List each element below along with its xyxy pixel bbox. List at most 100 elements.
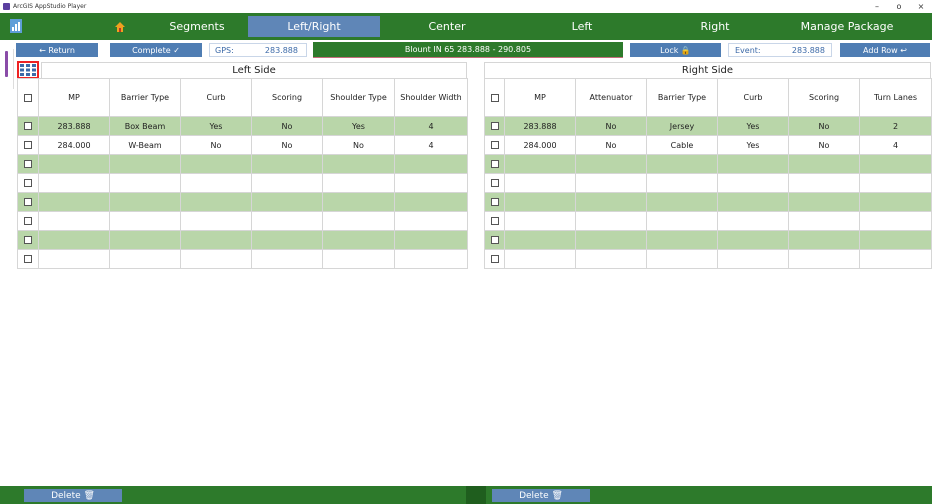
add-row-button[interactable]: Add Row ↩ bbox=[840, 43, 930, 57]
table-cell[interactable] bbox=[322, 211, 395, 231]
table-cell[interactable]: Yes bbox=[717, 116, 789, 136]
table-cell[interactable] bbox=[38, 154, 110, 174]
row-select-cell[interactable] bbox=[484, 230, 505, 250]
tab-right[interactable]: Right bbox=[670, 16, 760, 37]
table-cell[interactable] bbox=[788, 249, 860, 269]
row-select-cell[interactable] bbox=[17, 230, 39, 250]
table-cell[interactable]: 4 bbox=[859, 135, 932, 155]
row-select-cell[interactable] bbox=[17, 154, 39, 174]
table-row[interactable]: 284.000 No Cable Yes No 4 bbox=[484, 135, 932, 155]
table-cell[interactable] bbox=[180, 211, 252, 231]
table-row[interactable] bbox=[484, 249, 932, 269]
table-row[interactable]: 283.888 Box Beam Yes No Yes 4 bbox=[17, 116, 468, 136]
table-cell[interactable] bbox=[180, 173, 252, 193]
table-cell[interactable] bbox=[251, 154, 323, 174]
table-cell[interactable]: No bbox=[322, 135, 395, 155]
table-row[interactable]: 283.888 No Jersey Yes No 2 bbox=[484, 116, 932, 136]
table-cell[interactable] bbox=[859, 249, 932, 269]
table-cell[interactable]: W-Beam bbox=[109, 135, 181, 155]
row-checkbox[interactable] bbox=[24, 122, 32, 130]
table-cell[interactable]: Box Beam bbox=[109, 116, 181, 136]
side-drawer-handle[interactable] bbox=[0, 49, 14, 89]
table-cell[interactable] bbox=[322, 249, 395, 269]
table-cell[interactable] bbox=[322, 192, 395, 212]
maximize-button[interactable]: o bbox=[888, 0, 910, 13]
column-header[interactable]: Barrier Type bbox=[109, 78, 181, 117]
table-row[interactable] bbox=[484, 173, 932, 193]
row-checkbox[interactable] bbox=[24, 141, 32, 149]
table-row[interactable] bbox=[484, 211, 932, 231]
column-header[interactable]: Scoring bbox=[788, 78, 860, 117]
table-cell[interactable] bbox=[394, 173, 468, 193]
tab-left-right[interactable]: Left/Right bbox=[248, 16, 380, 37]
row-select-cell[interactable] bbox=[17, 173, 39, 193]
table-cell[interactable] bbox=[504, 211, 576, 231]
table-cell[interactable] bbox=[180, 154, 252, 174]
table-cell[interactable] bbox=[717, 192, 789, 212]
table-cell[interactable] bbox=[394, 211, 468, 231]
row-select-cell[interactable] bbox=[484, 154, 505, 174]
table-cell[interactable] bbox=[251, 230, 323, 250]
row-checkbox[interactable] bbox=[490, 179, 499, 187]
table-cell[interactable] bbox=[646, 249, 718, 269]
table-cell[interactable]: 4 bbox=[394, 116, 468, 136]
table-cell[interactable]: 284.000 bbox=[38, 135, 110, 155]
row-select-cell[interactable] bbox=[17, 135, 39, 155]
table-cell[interactable] bbox=[251, 173, 323, 193]
table-cell[interactable]: 283.888 bbox=[38, 116, 110, 136]
table-cell[interactable] bbox=[38, 173, 110, 193]
column-header[interactable]: Curb bbox=[717, 78, 789, 117]
table-cell[interactable]: 4 bbox=[394, 135, 468, 155]
table-cell[interactable]: No bbox=[788, 135, 860, 155]
table-cell[interactable] bbox=[109, 154, 181, 174]
chart-icon[interactable] bbox=[10, 19, 22, 33]
table-cell[interactable] bbox=[394, 230, 468, 250]
row-select-cell[interactable] bbox=[17, 116, 39, 136]
table-cell[interactable] bbox=[504, 154, 576, 174]
table-cell[interactable] bbox=[38, 211, 110, 231]
row-select-cell[interactable] bbox=[484, 135, 505, 155]
tab-center[interactable]: Center bbox=[400, 16, 494, 37]
table-cell[interactable] bbox=[394, 249, 468, 269]
row-checkbox[interactable] bbox=[24, 160, 32, 168]
table-cell[interactable]: No bbox=[180, 135, 252, 155]
column-header[interactable]: Attenuator bbox=[575, 78, 647, 117]
table-cell[interactable] bbox=[575, 249, 647, 269]
column-header[interactable]: Barrier Type bbox=[646, 78, 718, 117]
table-cell[interactable] bbox=[394, 192, 468, 212]
tab-manage-package[interactable]: Manage Package bbox=[780, 16, 914, 37]
table-cell[interactable] bbox=[38, 230, 110, 250]
table-cell[interactable] bbox=[575, 154, 647, 174]
table-cell[interactable] bbox=[504, 249, 576, 269]
table-cell[interactable] bbox=[717, 230, 789, 250]
tab-segments[interactable]: Segments bbox=[100, 16, 240, 37]
table-cell[interactable] bbox=[788, 192, 860, 212]
table-cell[interactable] bbox=[575, 192, 647, 212]
table-cell[interactable] bbox=[859, 192, 932, 212]
table-cell[interactable] bbox=[575, 211, 647, 231]
table-cell[interactable]: 283.888 bbox=[504, 116, 576, 136]
table-cell[interactable]: No bbox=[251, 116, 323, 136]
select-all-cell[interactable] bbox=[484, 78, 505, 117]
table-cell[interactable] bbox=[717, 173, 789, 193]
row-select-cell[interactable] bbox=[17, 211, 39, 231]
table-cell[interactable] bbox=[717, 211, 789, 231]
lock-button[interactable]: Lock 🔒 bbox=[630, 43, 721, 57]
table-row[interactable] bbox=[17, 173, 468, 193]
table-cell[interactable] bbox=[322, 173, 395, 193]
table-cell[interactable] bbox=[322, 230, 395, 250]
table-row[interactable] bbox=[17, 154, 468, 174]
row-checkbox[interactable] bbox=[24, 217, 32, 225]
row-select-cell[interactable] bbox=[17, 249, 39, 269]
table-cell[interactable]: Yes bbox=[322, 116, 395, 136]
table-cell[interactable] bbox=[180, 192, 252, 212]
table-cell[interactable] bbox=[38, 192, 110, 212]
return-button[interactable]: ← Return bbox=[16, 43, 98, 57]
table-cell[interactable] bbox=[646, 211, 718, 231]
table-row[interactable] bbox=[484, 154, 932, 174]
table-cell[interactable] bbox=[394, 154, 468, 174]
row-checkbox[interactable] bbox=[24, 179, 32, 187]
table-cell[interactable] bbox=[180, 230, 252, 250]
row-select-cell[interactable] bbox=[17, 192, 39, 212]
row-select-cell[interactable] bbox=[484, 116, 505, 136]
